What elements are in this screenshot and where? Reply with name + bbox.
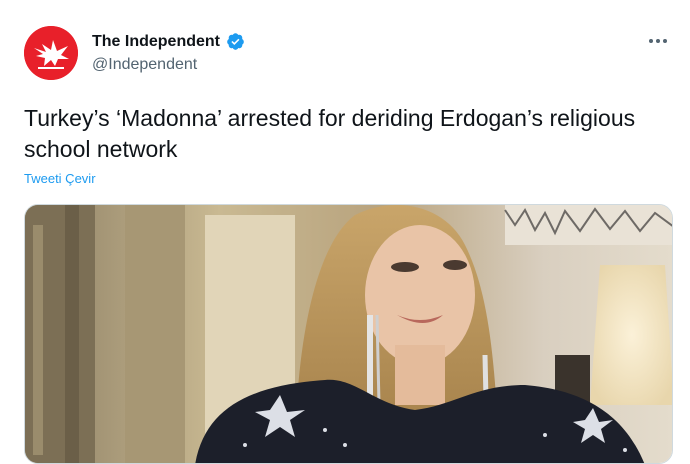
author-display-name[interactable]: The Independent [92, 33, 220, 51]
eagle-logo-icon [24, 26, 78, 80]
translate-tweet-link[interactable]: Tweeti Çevir [24, 171, 96, 186]
more-horizontal-icon [649, 39, 653, 43]
more-options-button[interactable] [646, 30, 670, 52]
author-avatar[interactable] [24, 26, 78, 80]
tweet-text: Turkey’s ‘Madonna’ arrested for deriding… [24, 105, 636, 162]
more-horizontal-icon [663, 39, 667, 43]
tweet-media-photo[interactable] [24, 204, 673, 464]
photo-image [25, 205, 672, 463]
author-handle[interactable]: @Independent [92, 56, 197, 74]
author-name-row: The Independent [92, 32, 245, 51]
verified-badge-icon [227, 33, 244, 50]
more-horizontal-icon [656, 39, 660, 43]
